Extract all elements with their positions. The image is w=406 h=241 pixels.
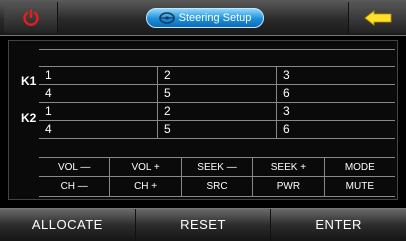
key-cell[interactable]: 2 [157, 67, 276, 84]
back-button[interactable] [348, 2, 406, 33]
mute-button[interactable]: MUTE [323, 177, 395, 196]
key-cell[interactable]: 3 [276, 67, 395, 84]
bottom-bar: ALLOCATE RESET ENTER [0, 208, 406, 241]
key-panel: K1 K2 1 2 3 4 5 6 1 2 3 4 5 6 VOL — VOL … [8, 40, 398, 200]
table-row: 1 2 3 [39, 67, 395, 85]
steering-wheel-icon [158, 12, 175, 24]
table-row: 4 5 6 [39, 85, 395, 103]
enter-button[interactable]: ENTER [270, 209, 406, 241]
seek-down-button[interactable]: SEEK — [180, 158, 252, 176]
key-cell[interactable]: 1 [39, 67, 157, 84]
src-button[interactable]: SRC [180, 177, 252, 196]
function-row: CH — CH + SRC PWR MUTE [39, 177, 395, 197]
key-cell[interactable]: 4 [39, 121, 157, 138]
mode-button[interactable]: MODE [323, 158, 395, 176]
function-row: VOL — VOL + SEEK — SEEK + MODE [39, 157, 395, 177]
key-cell[interactable]: 3 [276, 103, 395, 120]
vol-up-button[interactable]: VOL + [109, 158, 180, 176]
key-cell[interactable]: 6 [276, 85, 395, 102]
reset-button[interactable]: RESET [134, 209, 271, 241]
table-row [39, 49, 395, 67]
power-button[interactable] [4, 2, 58, 33]
k1-label: K1 [21, 74, 37, 88]
pwr-button[interactable]: PWR [252, 177, 323, 196]
key-cell[interactable]: 5 [157, 121, 276, 138]
key-cell[interactable]: 5 [157, 85, 276, 102]
page-title: Steering Setup [178, 12, 252, 24]
seek-up-button[interactable]: SEEK + [252, 158, 323, 176]
table-row: 1 2 3 [39, 103, 395, 121]
title-pill: Steering Setup [146, 8, 264, 28]
k2-label: K2 [21, 111, 37, 125]
function-grid: VOL — VOL + SEEK — SEEK + MODE CH — CH +… [39, 157, 395, 197]
ch-down-button[interactable]: CH — [39, 177, 109, 196]
key-grid: 1 2 3 4 5 6 1 2 3 4 5 6 [39, 49, 395, 139]
back-arrow-icon [363, 9, 391, 26]
allocate-button[interactable]: ALLOCATE [0, 209, 135, 241]
key-cell[interactable]: 1 [39, 103, 157, 120]
top-bar: Steering Setup [0, 0, 406, 36]
key-cell[interactable]: 2 [157, 103, 276, 120]
power-icon [22, 8, 39, 26]
vol-down-button[interactable]: VOL — [39, 158, 109, 176]
empty-cell [39, 50, 395, 66]
ch-up-button[interactable]: CH + [109, 177, 180, 196]
table-row: 4 5 6 [39, 121, 395, 139]
key-cell[interactable]: 6 [276, 121, 395, 138]
key-cell[interactable]: 4 [39, 85, 157, 102]
